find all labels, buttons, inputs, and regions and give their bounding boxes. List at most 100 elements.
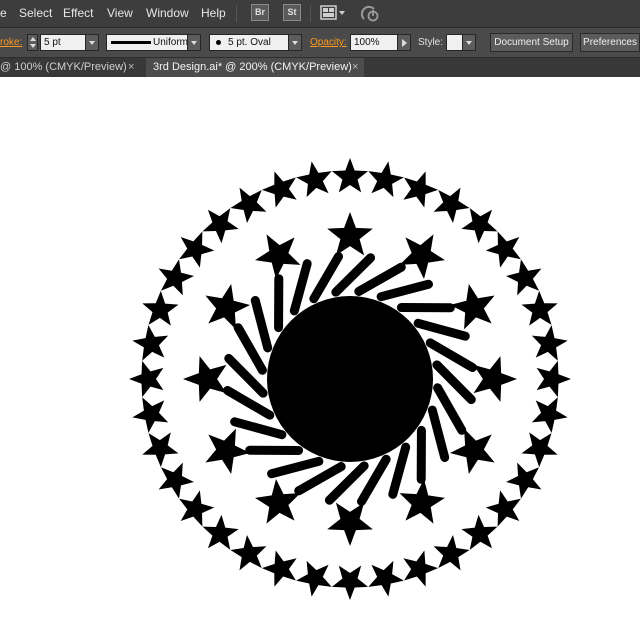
swirl-dash [388, 442, 411, 499]
bridge-button[interactable]: Br [251, 4, 269, 21]
outer-ring-star [296, 560, 332, 597]
outer-ring-star [202, 208, 239, 244]
tab-document-1[interactable]: @ 100% (CMYK/Preview) × [0, 58, 146, 77]
inner-ring-star [473, 356, 517, 402]
swirl-dash [250, 296, 273, 353]
outer-ring-star [485, 231, 521, 268]
outer-ring-star [132, 325, 169, 361]
outer-ring-star [230, 187, 267, 223]
brush-definition-dropdown[interactable] [288, 34, 302, 51]
outer-ring-star [368, 161, 404, 198]
inner-ring-star [449, 284, 495, 330]
brush-definition[interactable]: 5 pt. Oval [209, 34, 289, 51]
style-label: Style: [418, 37, 444, 48]
sync-settings-icon[interactable] [360, 5, 380, 23]
stock-button[interactable]: St [283, 4, 301, 21]
menu-item-partial[interactable]: e [0, 6, 7, 20]
outer-ring-star [179, 231, 215, 268]
menu-item-effect[interactable]: Effect [63, 6, 93, 20]
outer-ring-star [536, 360, 571, 398]
inner-ring-star [255, 234, 301, 280]
opacity-field[interactable]: 100% [350, 34, 398, 51]
document-tab-bar: @ 100% (CMYK/Preview) × 3rd Design.ai* @… [0, 58, 640, 77]
outer-ring-star [132, 397, 169, 433]
outer-ring-star [368, 560, 404, 597]
outer-ring-star [461, 208, 498, 244]
stroke-weight-field[interactable]: 5 pt [40, 34, 86, 51]
menu-item-window[interactable]: Window [146, 6, 189, 20]
outer-ring-star [433, 535, 470, 571]
graphic-style-dropdown[interactable] [462, 34, 476, 51]
menu-bar: e Select Effect View Window Help Br St [0, 0, 640, 27]
outer-ring-star [506, 259, 542, 296]
menu-item-view[interactable]: View [107, 6, 133, 20]
outer-ring-star [461, 514, 498, 550]
opacity-label[interactable]: Opacity: [310, 37, 347, 48]
starburst-artwork[interactable] [0, 77, 640, 632]
swirl-dash [267, 456, 324, 479]
graphic-style-swatch[interactable] [446, 34, 463, 51]
inner-ring-star [327, 212, 373, 256]
brush-definition-label: 5 pt. Oval [228, 37, 271, 48]
outer-ring-star [261, 171, 297, 208]
stroke-label[interactable]: roke: [0, 37, 22, 48]
outer-ring-star [202, 514, 239, 550]
tab-document-2[interactable]: 3rd Design.ai* @ 200% (CMYK/Preview) × [146, 58, 364, 77]
swirl-dash [354, 262, 406, 296]
outer-ring-star [403, 171, 439, 208]
outer-ring-star [531, 397, 568, 433]
center-circle [267, 296, 433, 462]
inner-ring-star [255, 478, 301, 524]
stroke-profile-label: Uniform [153, 37, 189, 48]
outer-ring-star [179, 490, 215, 527]
brush-dot-icon [216, 40, 221, 45]
outer-ring-star [158, 462, 194, 499]
variable-width-profile-dropdown[interactable] [187, 34, 201, 51]
menu-separator [310, 5, 311, 22]
menu-item-help[interactable]: Help [201, 6, 226, 20]
outer-ring-star [129, 360, 164, 398]
swirl-dash [413, 318, 470, 341]
outer-ring-star [331, 565, 369, 600]
stroke-weight-dropdown[interactable] [85, 34, 99, 51]
swirl-dash [427, 405, 450, 462]
outer-ring-star [506, 462, 542, 499]
outer-ring-star [485, 490, 521, 527]
stroke-profile-line-icon [111, 41, 151, 44]
menu-item-select[interactable]: Select [19, 6, 52, 20]
outer-ring-star [433, 187, 470, 223]
outer-ring-star [521, 290, 558, 326]
artboard-canvas[interactable] [0, 77, 640, 632]
tab-label: @ 100% (CMYK/Preview) [0, 61, 127, 73]
outer-ring-star [158, 259, 194, 296]
tab-label: 3rd Design.ai* @ 200% (CMYK/Preview) [153, 61, 352, 73]
preferences-button[interactable]: Preferences [580, 33, 640, 52]
outer-ring-star [142, 432, 179, 468]
swirl-dash [433, 383, 467, 435]
opacity-slider-toggle[interactable] [397, 34, 411, 51]
swirl-dash [289, 259, 312, 316]
outer-ring-star [521, 432, 558, 468]
menu-separator [236, 5, 237, 22]
outer-ring-star [296, 161, 332, 198]
outer-ring-star [230, 535, 267, 571]
inner-ring-star [327, 502, 373, 546]
outer-ring-star [142, 290, 179, 326]
inner-ring-star [205, 428, 251, 474]
outer-ring-star [403, 550, 439, 587]
close-tab-icon[interactable]: × [352, 58, 358, 77]
inner-ring-star [205, 284, 251, 330]
outer-ring-star [531, 325, 568, 361]
document-setup-button[interactable]: Document Setup [490, 33, 573, 52]
swirl-dash [230, 417, 287, 440]
inner-ring-star [399, 478, 445, 524]
outer-ring-star [261, 550, 297, 587]
arrange-documents-icon[interactable] [320, 5, 346, 21]
inner-ring-star [183, 356, 227, 402]
stroke-weight-stepper[interactable] [27, 34, 38, 51]
inner-ring-star [399, 234, 445, 280]
close-tab-icon[interactable]: × [128, 58, 134, 77]
swirl-dash [233, 323, 267, 375]
variable-width-profile[interactable]: Uniform [106, 34, 188, 51]
swirl-dash [294, 462, 346, 496]
